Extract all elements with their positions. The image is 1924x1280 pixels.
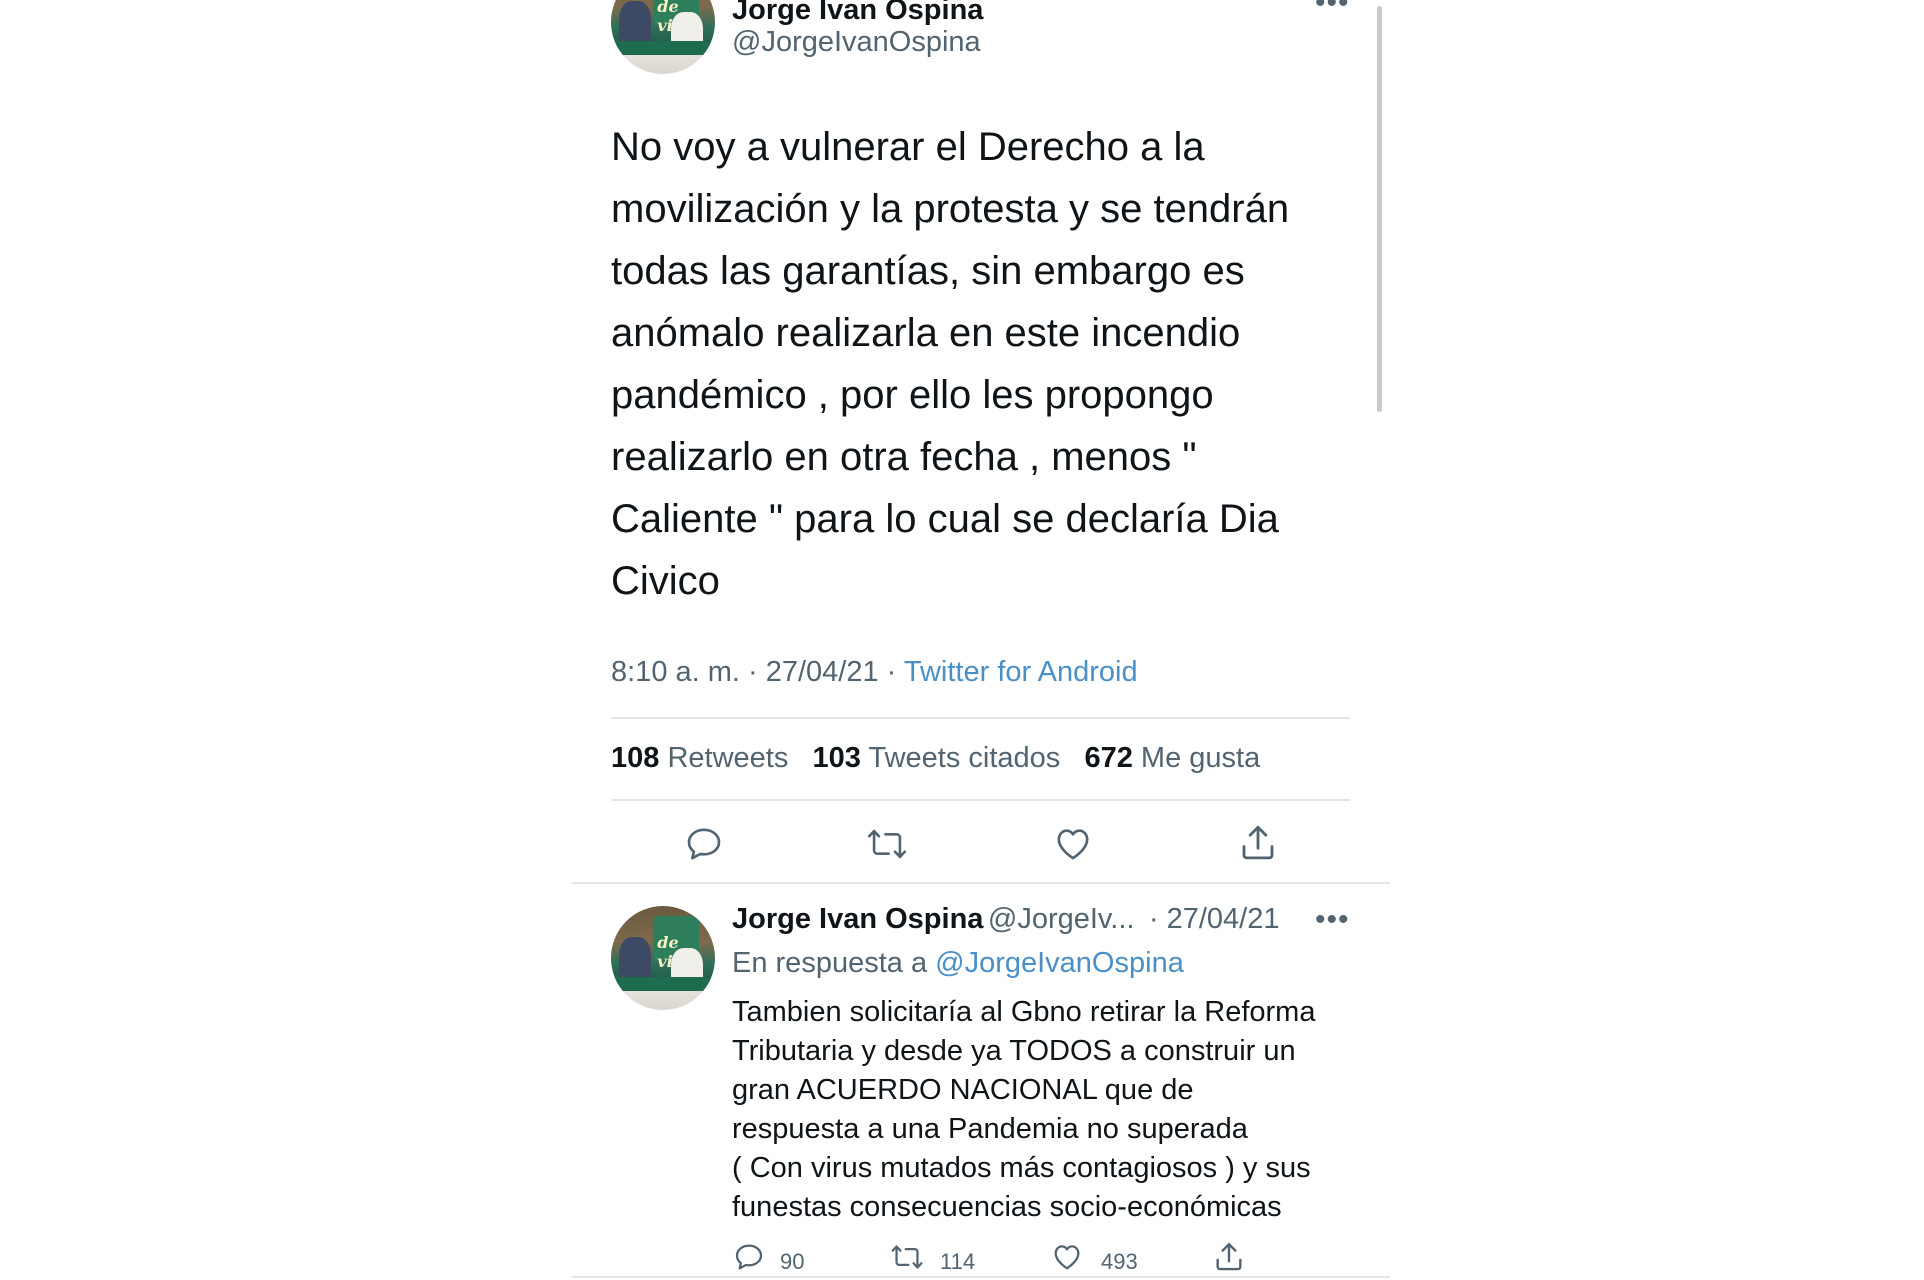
reply-date: · 27/04/21 <box>1148 903 1280 935</box>
reply-icon[interactable] <box>684 824 724 864</box>
main-tweet-text: No voy a vulnerar el Derecho a la movili… <box>611 125 1290 603</box>
retweet-icon[interactable] <box>866 824 908 864</box>
retweets-label: Retweets <box>667 742 789 774</box>
quotes-stat[interactable]: 103 Tweets citados <box>813 742 1061 774</box>
main-author-name[interactable]: Jorge Ivan Ospina <box>732 0 983 27</box>
reply-author-avatar[interactable]: de vida <box>611 906 715 1010</box>
main-author-handle[interactable]: @JorgeIvanOspina <box>732 26 981 59</box>
reply-count: 90 <box>780 1249 805 1274</box>
reply-author-name[interactable]: Jorge Ivan Ospina <box>732 903 983 935</box>
tweet-timestamp-line: 8:10 a. m. · 27/04/21 · Twitter for Andr… <box>611 656 1138 689</box>
tweet-time: 8:10 a. m. · 27/04/21 · <box>611 656 904 688</box>
avatar-table <box>611 40 715 56</box>
reply-header: Jorge Ivan Ospina @JorgeIv... · 27/04/21 <box>732 903 1280 936</box>
more-dots-icon[interactable]: ••• <box>1315 0 1350 20</box>
likes-label: Me gusta <box>1140 742 1261 774</box>
reply-tweet-text: Tambien solicitaría al Gbno retirar la R… <box>732 996 1316 1223</box>
tweet-stats: 108 Retweets 103 Tweets citados 672 Me g… <box>611 742 1260 775</box>
retweet-icon[interactable] <box>890 1241 924 1273</box>
retweets-stat[interactable]: 108 Retweets <box>611 742 788 774</box>
scrollbar[interactable] <box>1377 6 1382 412</box>
avatar-table <box>611 976 715 992</box>
quotes-label: Tweets citados <box>868 742 1061 774</box>
divider <box>611 717 1350 719</box>
reply-to-link[interactable]: @JorgeIvanOspina <box>935 947 1184 979</box>
like-count: 493 <box>1101 1249 1138 1274</box>
retweet-count: 114 <box>940 1249 976 1274</box>
divider <box>572 882 1390 884</box>
more-dots-icon[interactable]: ••• <box>1315 903 1350 937</box>
share-icon[interactable] <box>1212 1240 1246 1274</box>
tweet-source-link[interactable]: Twitter for Android <box>904 656 1138 688</box>
like-icon[interactable] <box>1051 1241 1083 1273</box>
quotes-count: 103 <box>812 742 861 774</box>
share-icon[interactable] <box>1237 822 1279 864</box>
reply-author-handle[interactable]: @JorgeIv... <box>988 903 1135 935</box>
like-icon[interactable] <box>1053 824 1093 864</box>
reply-prefix: En respuesta a <box>732 947 936 979</box>
reply-icon[interactable] <box>733 1241 765 1273</box>
divider <box>611 799 1350 801</box>
in-reply-to-line: En respuesta a @JorgeIvanOspina <box>732 947 1184 980</box>
main-author-avatar[interactable]: de vida <box>611 0 715 74</box>
likes-count: 672 <box>1084 742 1133 774</box>
retweets-count: 108 <box>611 742 660 774</box>
divider <box>572 1276 1390 1278</box>
likes-stat[interactable]: 672 Me gusta <box>1084 742 1260 774</box>
